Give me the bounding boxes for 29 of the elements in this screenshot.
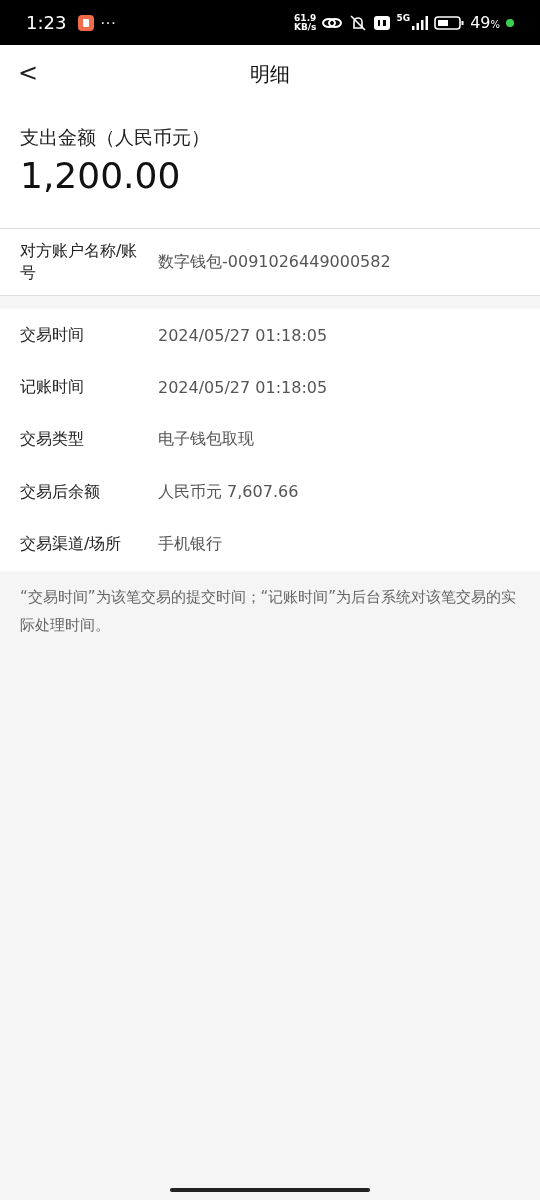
field-label: 交易时间 bbox=[20, 324, 85, 346]
field-label: 交易渠道/场所 bbox=[20, 534, 123, 556]
back-button[interactable]: < bbox=[10, 55, 47, 91]
field-label: 交易类型 bbox=[20, 429, 85, 451]
field-value: 手机银行 bbox=[158, 534, 222, 556]
field-value: 电子钱包取现 bbox=[158, 429, 254, 451]
network-type: 5G bbox=[396, 13, 411, 23]
field-value: 人民币元 7,607.66 bbox=[158, 481, 299, 503]
amount-value: 1,200.00 bbox=[20, 155, 182, 196]
field-label: 交易后余额 bbox=[20, 481, 101, 503]
amount-label: 支出金额（人民币元） bbox=[20, 125, 211, 150]
page-title: 明细 bbox=[250, 60, 290, 88]
field-value: 2024/05/27 01:18:05 bbox=[158, 325, 328, 345]
app-notification-icon bbox=[78, 14, 95, 31]
signal-icon bbox=[412, 15, 429, 30]
network-speed: 61.9 KB/s bbox=[294, 13, 317, 32]
battery-percent: 49% bbox=[470, 13, 500, 32]
status-time: 1:23 bbox=[26, 12, 67, 33]
more-notifications: ··· bbox=[100, 14, 117, 31]
field-value: 2024/05/27 01:18:05 bbox=[158, 378, 328, 398]
field-label: 对方账户名称/账号 bbox=[20, 240, 138, 284]
field-label: 记账时间 bbox=[20, 377, 85, 399]
home-indicator[interactable] bbox=[170, 1188, 370, 1192]
battery-icon bbox=[434, 15, 465, 30]
status-dot-icon bbox=[506, 18, 514, 27]
hd-icon bbox=[374, 15, 391, 30]
note-text: “交易时间”为该笔交易的提交时间；“记账时间”为后台系统对该笔交易的实际处理时间。 bbox=[19, 586, 518, 636]
link-icon bbox=[322, 15, 343, 30]
field-value: 数字钱包-0091026449000582 bbox=[158, 251, 391, 273]
